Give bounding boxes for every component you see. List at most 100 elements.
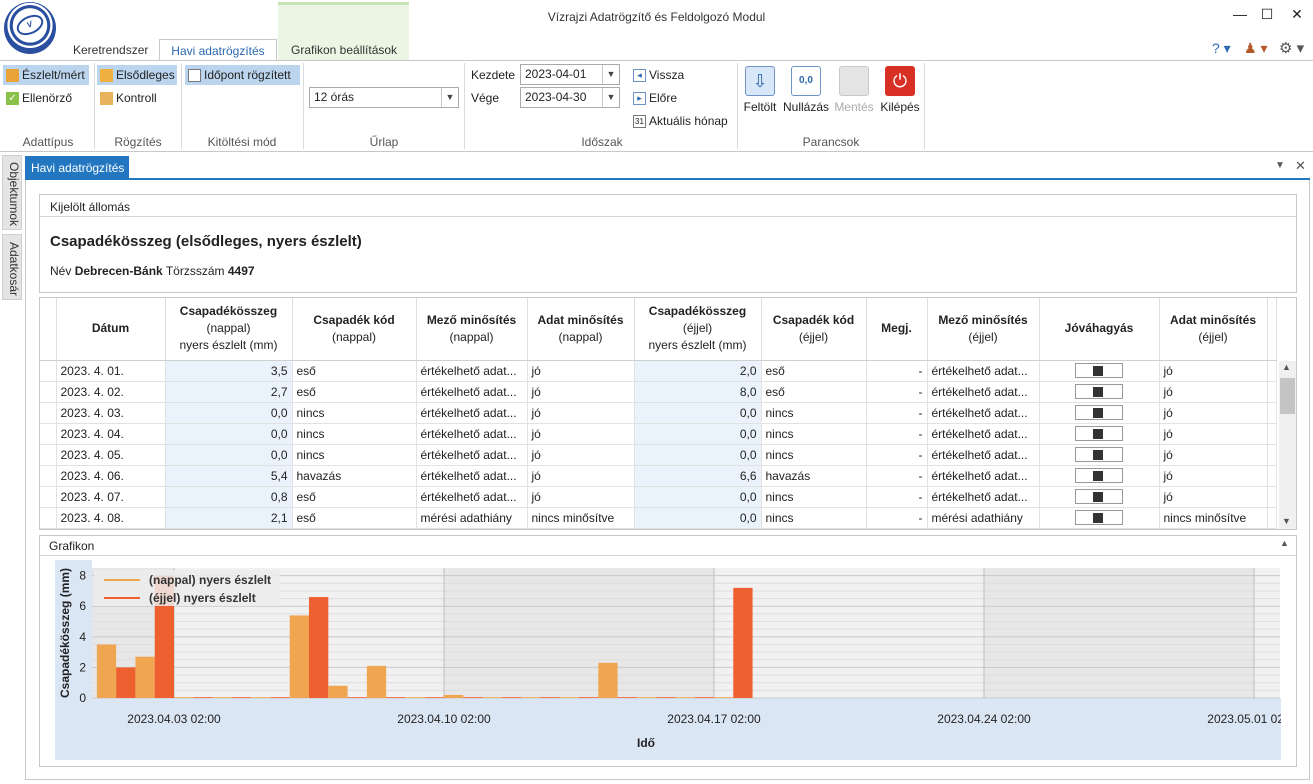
scrollbar-thumb[interactable] <box>1280 378 1295 414</box>
column-header[interactable]: Adat minősítés (éjjel) <box>1159 298 1268 361</box>
side-tab-objektumok[interactable]: Objektumok <box>2 155 22 230</box>
day-code-cell[interactable]: nincs <box>292 423 417 445</box>
approval-cell[interactable] <box>1039 444 1160 466</box>
date-cell[interactable]: 2023. 4. 01. <box>56 360 166 382</box>
night-field-quality-cell[interactable]: értékelhető adat... <box>927 423 1040 445</box>
night-field-quality-cell[interactable]: értékelhető adat... <box>927 360 1040 382</box>
day-field-quality-cell[interactable]: értékelhető adat... <box>416 486 528 508</box>
vege-date-input[interactable]: 2023-04-30 ▼ <box>520 87 620 108</box>
row-indicator[interactable] <box>40 507 57 529</box>
note-cell[interactable]: - <box>866 402 928 424</box>
close-button[interactable]: ✕ <box>1282 4 1312 24</box>
vissza-button[interactable]: ◂ Vissza <box>630 65 687 85</box>
date-cell[interactable]: 2023. 4. 04. <box>56 423 166 445</box>
settings-gear-icon[interactable]: ⚙ ▾ <box>1279 39 1304 57</box>
day-amount-cell[interactable]: 0,8 <box>165 486 293 508</box>
night-data-quality-cell[interactable]: jó <box>1159 423 1268 445</box>
night-data-quality-cell[interactable]: jó <box>1159 360 1268 382</box>
feltolt-button[interactable]: ⇩ Feltölt <box>741 66 779 114</box>
ellenorzo-button[interactable]: ✓ Ellenörző <box>3 88 75 108</box>
table-row[interactable]: 2023. 4. 06. 5,4 havazás értékelhető adat..… <box>40 465 1277 487</box>
night-data-quality-cell[interactable]: jó <box>1159 402 1268 424</box>
approval-cell[interactable] <box>1039 402 1160 424</box>
night-amount-cell[interactable]: 0,0 <box>634 423 762 445</box>
note-cell[interactable]: - <box>866 507 928 529</box>
day-data-quality-cell[interactable]: jó <box>527 423 635 445</box>
help-icon[interactable]: ? ▾ <box>1212 40 1231 57</box>
note-cell[interactable]: - <box>866 486 928 508</box>
day-amount-cell[interactable]: 2,1 <box>165 507 293 529</box>
approval-checkbox[interactable] <box>1075 510 1123 526</box>
column-header[interactable]: Jóváhagyás <box>1039 298 1160 361</box>
aktualis-honap-button[interactable]: 31 Aktuális hónap <box>630 111 731 131</box>
row-indicator[interactable] <box>40 402 57 424</box>
night-amount-cell[interactable]: 0,0 <box>634 486 762 508</box>
day-amount-cell[interactable]: 0,0 <box>165 423 293 445</box>
column-header[interactable]: Mező minősítés (nappal) <box>416 298 528 361</box>
row-indicator[interactable] <box>40 486 57 508</box>
night-amount-cell[interactable]: 0,0 <box>634 402 762 424</box>
minimize-button[interactable]: — <box>1225 4 1255 24</box>
note-cell[interactable]: - <box>866 444 928 466</box>
night-data-quality-cell[interactable]: jó <box>1159 486 1268 508</box>
table-row[interactable]: 2023. 4. 07. 0,8 eső értékelhető adat... jó 0… <box>40 486 1277 508</box>
note-cell[interactable]: - <box>866 423 928 445</box>
approval-cell[interactable] <box>1039 507 1160 529</box>
row-indicator[interactable] <box>40 423 57 445</box>
elsodleges-button[interactable]: Elsődleges <box>97 65 177 85</box>
eszlelt-mert-button[interactable]: Észlelt/mért <box>3 65 89 85</box>
nullazas-button[interactable]: 0,0 Nullázás <box>783 66 829 114</box>
approval-checkbox[interactable] <box>1075 426 1123 442</box>
approval-checkbox[interactable] <box>1075 489 1123 505</box>
column-header[interactable]: Dátum <box>56 298 166 361</box>
day-field-quality-cell[interactable]: mérési adathiány <box>416 507 528 529</box>
night-amount-cell[interactable]: 6,6 <box>634 465 762 487</box>
row-indicator[interactable] <box>40 444 57 466</box>
day-code-cell[interactable]: eső <box>292 381 417 403</box>
night-data-quality-cell[interactable]: jó <box>1159 381 1268 403</box>
table-row[interactable]: 2023. 4. 05. 0,0 nincs értékelhető adat... j… <box>40 444 1277 466</box>
night-code-cell[interactable]: nincs <box>761 507 867 529</box>
night-code-cell[interactable]: nincs <box>761 486 867 508</box>
column-header[interactable]: Csapadék kód (éjjel) <box>761 298 867 361</box>
close-document-icon[interactable]: ✕ <box>1295 158 1306 174</box>
kezdete-date-input[interactable]: 2023-04-01 ▼ <box>520 64 620 85</box>
maximize-button[interactable]: ☐ <box>1252 4 1282 24</box>
column-header[interactable]: Csapadékösszeg (éjjel) nyers észlelt (mm) <box>634 298 762 361</box>
day-data-quality-cell[interactable]: jó <box>527 402 635 424</box>
date-cell[interactable]: 2023. 4. 07. <box>56 486 166 508</box>
night-field-quality-cell[interactable]: értékelhető adat... <box>927 486 1040 508</box>
night-data-quality-cell[interactable]: nincs minősítve <box>1159 507 1268 529</box>
kilepes-button[interactable]: ⏻ Kilépés <box>879 66 921 114</box>
day-code-cell[interactable]: eső <box>292 507 417 529</box>
tab-keretrendszer[interactable]: Keretrendszer <box>73 43 148 61</box>
table-row[interactable]: 2023. 4. 08. 2,1 eső mérési adathiány nincs … <box>40 507 1277 529</box>
collapse-icon[interactable]: ▲ <box>1280 538 1289 548</box>
day-code-cell[interactable]: havazás <box>292 465 417 487</box>
date-cell[interactable]: 2023. 4. 06. <box>56 465 166 487</box>
column-header[interactable]: Csapadék kód (nappal) <box>292 298 417 361</box>
day-amount-cell[interactable]: 5,4 <box>165 465 293 487</box>
date-cell[interactable]: 2023. 4. 08. <box>56 507 166 529</box>
day-field-quality-cell[interactable]: értékelhető adat... <box>416 444 528 466</box>
night-code-cell[interactable]: nincs <box>761 423 867 445</box>
row-indicator[interactable] <box>40 381 57 403</box>
day-code-cell[interactable]: nincs <box>292 402 417 424</box>
tab-havi-adatrogzites-document[interactable]: Havi adatrögzítés <box>25 156 129 179</box>
day-data-quality-cell[interactable]: jó <box>527 360 635 382</box>
night-amount-cell[interactable]: 2,0 <box>634 360 762 382</box>
approval-cell[interactable] <box>1039 486 1160 508</box>
row-indicator[interactable] <box>40 465 57 487</box>
night-field-quality-cell[interactable]: értékelhető adat... <box>927 444 1040 466</box>
date-cell[interactable]: 2023. 4. 02. <box>56 381 166 403</box>
night-code-cell[interactable]: eső <box>761 360 867 382</box>
day-data-quality-cell[interactable]: jó <box>527 444 635 466</box>
day-amount-cell[interactable]: 3,5 <box>165 360 293 382</box>
chevron-down-icon[interactable]: ▼ <box>602 88 619 107</box>
day-field-quality-cell[interactable]: értékelhető adat... <box>416 381 528 403</box>
night-amount-cell[interactable]: 0,0 <box>634 444 762 466</box>
night-code-cell[interactable]: eső <box>761 381 867 403</box>
row-indicator[interactable] <box>40 360 57 382</box>
user-icon[interactable]: ♟ ▾ <box>1244 40 1267 57</box>
table-row[interactable]: 2023. 4. 04. 0,0 nincs értékelhető adat... j… <box>40 423 1277 445</box>
